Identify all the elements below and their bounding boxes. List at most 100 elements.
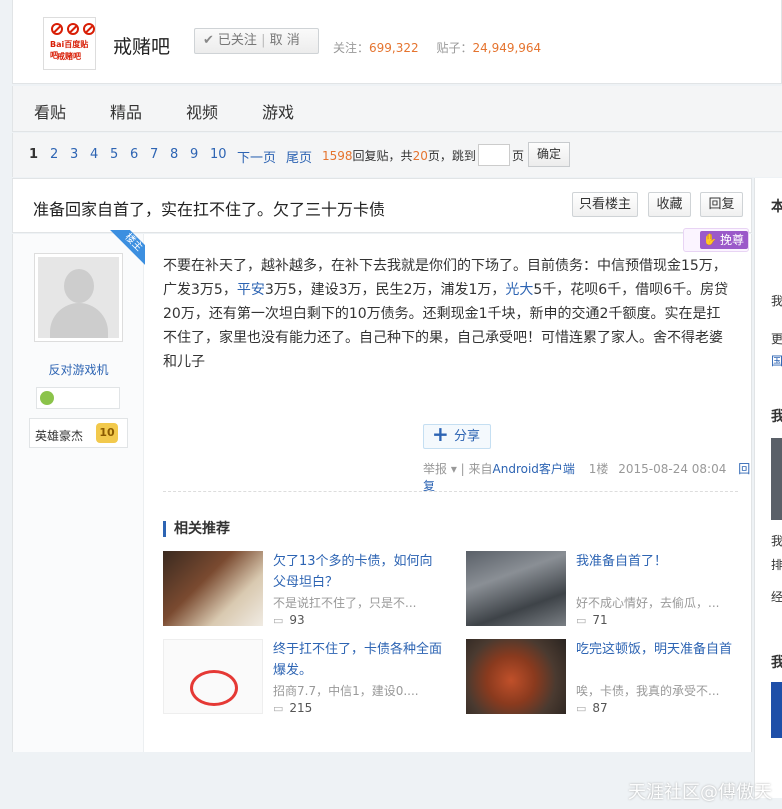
nav-item-featured[interactable]: 精品 bbox=[110, 99, 142, 123]
comment-count: 87 bbox=[576, 701, 607, 715]
sidebar-text: 我 bbox=[771, 294, 782, 308]
page-link[interactable]: 7 bbox=[150, 147, 158, 162]
level-number: 10 bbox=[96, 423, 118, 443]
comment-count: 71 bbox=[576, 613, 607, 627]
forum-logo[interactable]: Bai百度贴吧 戒赌吧 bbox=[43, 17, 96, 70]
page-label: 页，跳到 bbox=[427, 149, 476, 163]
sidebar-text: 我 bbox=[771, 534, 782, 548]
forum-nav: 看贴 精品 视频 游戏 bbox=[12, 86, 782, 132]
comment-count: 215 bbox=[273, 701, 312, 715]
page-link[interactable]: 10 bbox=[210, 147, 227, 162]
page-current: 1 bbox=[29, 147, 39, 162]
no-gambling-icon bbox=[51, 23, 63, 35]
comment-count: 93 bbox=[273, 613, 304, 627]
page-link[interactable]: 6 bbox=[130, 147, 138, 162]
pagination: 1 2 3 4 5 6 7 8 9 10 下一页 尾页 1598回复贴，共20页… bbox=[12, 133, 782, 177]
sidebar-image[interactable] bbox=[771, 682, 782, 738]
nav-item-games[interactable]: 游戏 bbox=[262, 99, 294, 123]
only-op-button[interactable]: 只看楼主 bbox=[572, 192, 638, 217]
sidebar-text: 经 bbox=[771, 590, 782, 604]
post-meta: 举报 ▾ | 来自Android客户端 1楼 2015-08-24 08:04 … bbox=[423, 460, 751, 494]
related-item[interactable]: 吃完这顿饭，明天准备自首 唉，卡债，我真的承受不... 87 bbox=[466, 639, 756, 716]
page-link[interactable]: 2 bbox=[50, 147, 58, 162]
thread-title-bar: 准备回家自首了，实在扛不住了。欠了三十万卡债 只看楼主 收藏 回复 bbox=[12, 178, 752, 233]
level-title: 英雄豪杰 bbox=[35, 429, 84, 443]
sidebar-text: 更 bbox=[771, 332, 782, 346]
page-link[interactable]: 3 bbox=[70, 147, 78, 162]
page-link[interactable]: 5 bbox=[110, 147, 118, 162]
related-desc: 招商7.7，中信1，建设0.... bbox=[273, 684, 419, 698]
sidebar-text: 我 bbox=[771, 409, 782, 425]
sidebar-text: 排 bbox=[771, 558, 782, 572]
reply-button[interactable]: 回复 bbox=[700, 192, 743, 217]
last-page-link[interactable]: 尾页 bbox=[286, 147, 312, 166]
keyword-link[interactable]: 平安 bbox=[237, 282, 265, 298]
related-thumbnail[interactable] bbox=[466, 639, 566, 714]
related-heading: 相关推荐 bbox=[163, 521, 230, 537]
related-thumbnail[interactable] bbox=[163, 551, 263, 626]
report-link[interactable]: 举报 bbox=[423, 462, 447, 476]
related-desc: 不是说扛不住了，只是不... bbox=[273, 596, 417, 610]
page-link[interactable]: 8 bbox=[170, 147, 178, 162]
related-title[interactable]: 终于扛不住了，卡债各种全面爆发。 bbox=[273, 639, 443, 681]
page-link[interactable]: 9 bbox=[190, 147, 198, 162]
sidebar-text: 本 bbox=[771, 199, 782, 215]
related-title[interactable]: 吃完这顿饭，明天准备自首 bbox=[576, 639, 746, 660]
members-label: 关注： bbox=[333, 41, 370, 55]
post-floor-1: 楼主 反对游戏机 英雄豪杰 10 挽尊 不要在补天了，越补越多，在补下去我就是你… bbox=[12, 228, 752, 752]
watermark: 天涯社区@傅傲天 bbox=[628, 782, 772, 803]
page-link[interactable]: 4 bbox=[90, 147, 98, 162]
logo-name: 戒赌吧 bbox=[57, 52, 81, 61]
android-icon bbox=[40, 391, 54, 405]
page-suffix: 页 bbox=[512, 149, 525, 163]
favorite-button[interactable]: 收藏 bbox=[648, 192, 691, 217]
source-link[interactable]: Android客户端 bbox=[493, 462, 575, 476]
username-link[interactable]: 反对游戏机 bbox=[13, 361, 144, 378]
divider bbox=[163, 491, 738, 492]
op-badge: 楼主 bbox=[109, 230, 145, 266]
page-jump-input[interactable] bbox=[478, 144, 510, 166]
chevron-down-icon: ▾ bbox=[447, 462, 461, 476]
sidebar-text: 我 bbox=[771, 655, 782, 671]
avatar[interactable] bbox=[34, 253, 123, 342]
sidebar-image[interactable] bbox=[771, 438, 782, 520]
related-title[interactable]: 欠了13个多的卡债，如何向父母坦白？ bbox=[273, 551, 443, 593]
share-button[interactable]: 分享 bbox=[423, 423, 491, 449]
post-text: 3万5，建设3万，民生2万，浦发1万， bbox=[264, 282, 506, 298]
next-page-link[interactable]: 下一页 bbox=[237, 147, 276, 166]
reply-label: 回复贴，共 bbox=[352, 149, 413, 163]
no-gambling-icon bbox=[67, 23, 79, 35]
page-total: 20 bbox=[412, 149, 428, 163]
follow-label: 已关注 bbox=[217, 33, 257, 48]
nav-item-posts[interactable]: 看贴 bbox=[34, 99, 66, 123]
related-item[interactable]: 终于扛不住了，卡债各种全面爆发。 招商7.7，中信1，建设0.... 215 bbox=[163, 639, 453, 716]
members-count: 699,322 bbox=[369, 41, 419, 55]
posts-count: 24,949,964 bbox=[472, 41, 542, 55]
keyword-link[interactable]: 光大 bbox=[505, 282, 533, 298]
posts-label: 贴子： bbox=[436, 41, 473, 55]
no-gambling-icon bbox=[83, 23, 95, 35]
nav-item-video[interactable]: 视频 bbox=[186, 99, 218, 123]
user-icon-badge[interactable] bbox=[36, 387, 120, 409]
related-item[interactable]: 欠了13个多的卡债，如何向父母坦白？ 不是说扛不住了，只是不... 93 bbox=[163, 551, 453, 628]
related-item[interactable]: 我准备自首了！ 好不成心情好，去偷瓜，... 71 bbox=[466, 551, 756, 628]
related-thumbnail[interactable] bbox=[466, 551, 566, 626]
level-badge[interactable]: 英雄豪杰 10 bbox=[29, 418, 128, 448]
related-desc: 好不成心情好，去偷瓜，... bbox=[576, 596, 720, 610]
huanzun-button[interactable]: 挽尊 bbox=[683, 228, 749, 252]
page-jump-confirm-button[interactable]: 确定 bbox=[528, 142, 570, 167]
huanzun-label: 挽尊 bbox=[700, 231, 748, 249]
related-title[interactable]: 我准备自首了！ bbox=[576, 551, 746, 572]
floor-number: 1楼 bbox=[588, 462, 609, 476]
unfollow-link[interactable]: 取 消 bbox=[270, 33, 300, 48]
sidebar-text[interactable]: 国 bbox=[771, 352, 782, 369]
reply-count: 1598 bbox=[322, 149, 353, 163]
related-thumbnail[interactable] bbox=[163, 639, 263, 714]
forum-stats: 关注：699,322 贴子：24,949,964 bbox=[333, 39, 555, 56]
forum-name[interactable]: 戒赌吧 bbox=[113, 32, 170, 59]
post-content: 不要在补天了，越补越多，在补下去我就是你们的下场了。目前债务：中信预借现金15万… bbox=[163, 254, 733, 374]
source-prefix: | 来自 bbox=[460, 462, 493, 476]
check-icon: ✔ bbox=[203, 33, 214, 48]
follow-button[interactable]: ✔ 已关注 | 取 消 bbox=[194, 28, 319, 54]
forum-header: Bai百度贴吧 戒赌吧 戒赌吧 ✔ 已关注 | 取 消 关注：699,322 贴子… bbox=[12, 0, 782, 84]
